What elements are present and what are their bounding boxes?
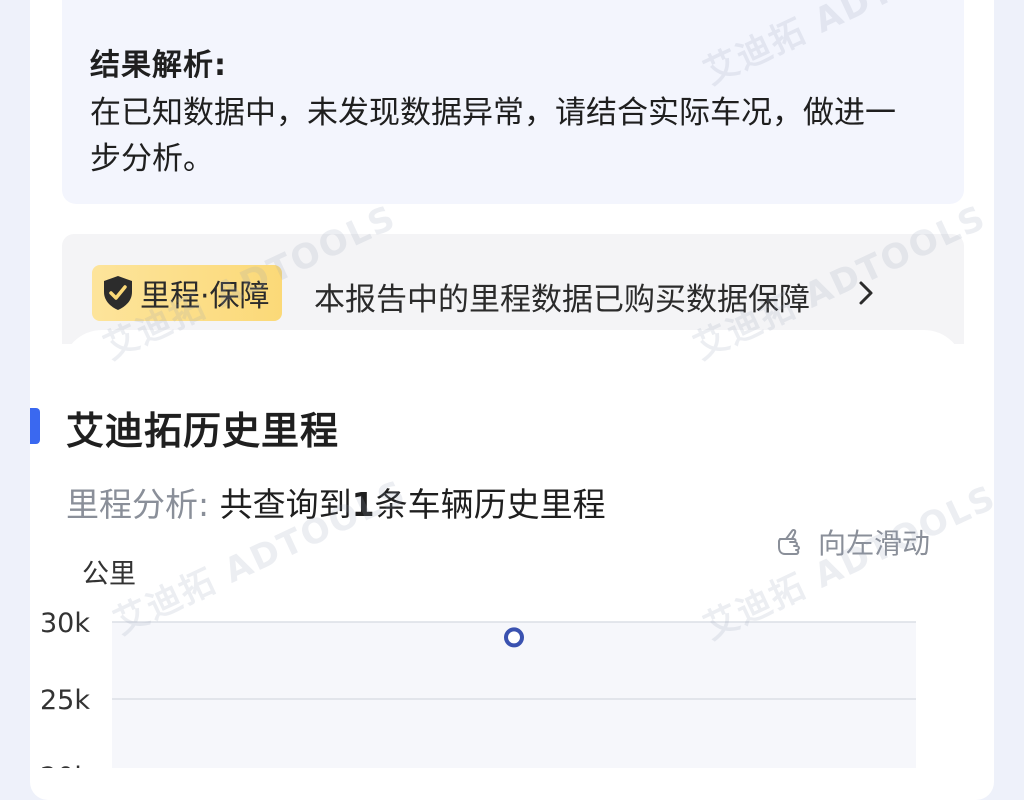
section-accent-bar <box>30 408 40 444</box>
mileage-value-prefix: 共查询到 <box>219 485 352 524</box>
chart-y-tick-label: 20k <box>40 762 90 768</box>
swipe-hand-icon <box>778 528 800 555</box>
guarantee-text: 本报告中的里程数据已购买数据保障 <box>314 282 810 318</box>
chart-y-tick-label: 25k <box>40 685 90 716</box>
result-analysis-panel: 结果解析: 在已知数据中，未发现数据异常，请结合实际车况，做进一步分析。 <box>62 0 964 204</box>
chevron-right-icon <box>859 281 873 305</box>
analysis-text: 在已知数据中，未发现数据异常，请结合实际车况，做进一步分析。 <box>90 95 896 177</box>
mileage-analysis: 里程分析: 共查询到1条车辆历史里程 <box>66 478 606 526</box>
chart-y-unit: 公里 <box>82 559 136 590</box>
section-top-edge <box>62 330 964 390</box>
guarantee-badge-label: 里程·保障 <box>140 279 270 314</box>
mileage-history-chart[interactable]: 30k 25k 20k <box>0 600 1024 768</box>
shield-check-icon <box>104 276 132 310</box>
section-title: 艾迪拓历史里程 <box>66 409 340 453</box>
mileage-count: 1 <box>351 485 375 524</box>
mileage-analysis-label: 里程分析: <box>66 485 210 524</box>
chart-data-point[interactable] <box>504 627 524 648</box>
mileage-value-suffix: 条车辆历史里程 <box>374 485 606 524</box>
chart-y-tick-label: 30k <box>40 608 90 639</box>
analysis-title: 结果解析: <box>90 48 227 83</box>
guarantee-badge: 里程·保障 <box>92 265 282 321</box>
swipe-hint-label: 向左滑动 <box>818 527 931 560</box>
swipe-hint: 向左滑动 <box>776 522 930 562</box>
mileage-guarantee-banner[interactable]: 里程·保障 本报告中的里程数据已购买数据保障 <box>62 234 964 344</box>
